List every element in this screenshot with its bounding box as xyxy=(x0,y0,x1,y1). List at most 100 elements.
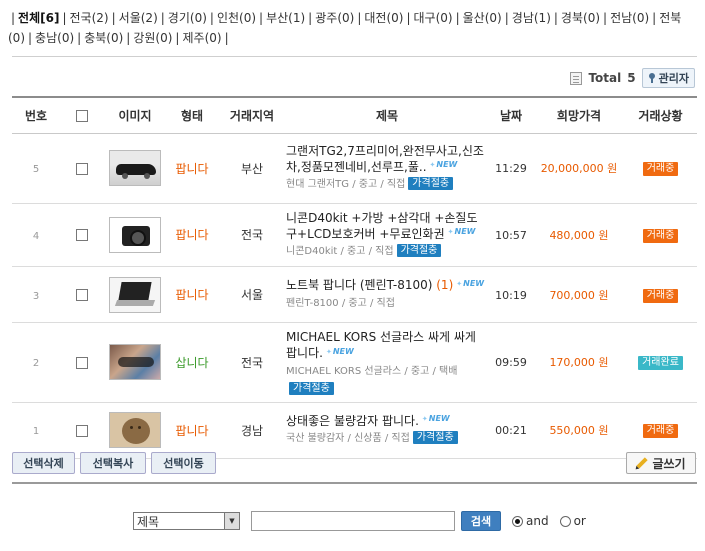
copy-selected-button[interactable]: 선택복사 xyxy=(80,452,146,474)
row-type: 팝니다 xyxy=(175,423,209,438)
table-row[interactable]: 2 삽니다 전국 MICHAEL KORS 선글라스 싸게 싸게 팝니다.NEW MIC… xyxy=(12,323,697,402)
region-filter-item[interactable]: 충남(0) xyxy=(35,31,74,45)
region-filter-item[interactable]: 서울(2) xyxy=(119,11,158,25)
radio-and[interactable]: and xyxy=(512,514,549,528)
radio-and-dot[interactable] xyxy=(512,515,523,527)
region-filter-item[interactable]: 경남(1) xyxy=(512,11,551,25)
region-filter-item[interactable]: 전국(2) xyxy=(70,11,109,25)
total-value: 5 xyxy=(627,71,636,85)
region-filter-item[interactable]: 전남(0) xyxy=(610,11,649,25)
divider xyxy=(12,56,697,57)
separator: | xyxy=(28,31,33,45)
search-input[interactable] xyxy=(251,511,455,531)
radio-or-label: or xyxy=(573,514,586,528)
status-badge: 거래중 xyxy=(642,162,679,176)
admin-label: 관리자 xyxy=(658,72,689,85)
region-filter-item[interactable]: 전체[6] xyxy=(18,11,59,25)
radio-or[interactable]: or xyxy=(559,514,586,528)
row-checkbox[interactable] xyxy=(76,162,88,175)
region-count: (0) xyxy=(435,11,453,25)
notebook-thumbnail[interactable] xyxy=(109,276,161,313)
region-label: 전남 xyxy=(610,11,633,25)
region-filter-item[interactable]: 강원(0) xyxy=(133,31,172,45)
admin-button[interactable]: 관리자 xyxy=(641,68,695,88)
region-filter-item[interactable]: 울산(0) xyxy=(463,11,502,25)
write-label: 글쓰기 xyxy=(652,456,686,471)
region-filter-item[interactable]: 대전(0) xyxy=(364,11,403,25)
region-count: (0) xyxy=(57,31,75,45)
separator: | xyxy=(111,11,116,25)
region-label: 전체 xyxy=(18,11,41,25)
row-subinfo: 국산 불량감자 / 신상품 / 직접 xyxy=(286,433,410,445)
region-filter-item[interactable]: 제주(0) xyxy=(182,31,221,45)
divider xyxy=(12,482,697,484)
table-row[interactable]: 3 팝니다 서울 노트북 팝니다 (펜린T-8100) (1)NEW 펜린T-8100 … xyxy=(12,267,697,323)
glasses-thumbnail[interactable] xyxy=(109,344,161,381)
row-region: 경남 xyxy=(240,423,264,438)
search-field-select[interactable]: 제목 ▼ xyxy=(133,512,240,530)
row-title-link[interactable]: MICHAEL KORS 선글라스 싸게 싸게 팝니다. xyxy=(286,330,476,360)
region-filter-item[interactable]: 경기(0) xyxy=(168,11,207,25)
col-type: 형태 xyxy=(180,108,204,123)
radio-and-label: and xyxy=(526,514,549,528)
car-thumbnail[interactable] xyxy=(109,150,161,186)
pot-thumbnail[interactable] xyxy=(109,412,161,448)
chevron-down-icon[interactable]: ▼ xyxy=(224,513,239,529)
delete-selected-button[interactable]: 선택삭제 xyxy=(12,452,75,474)
row-number: 1 xyxy=(32,426,40,437)
row-number: 4 xyxy=(32,230,40,242)
region-count: (0) xyxy=(204,31,222,45)
region-count: (0) xyxy=(386,11,404,25)
region-filter-item[interactable]: 광주(0) xyxy=(315,11,354,25)
row-checkbox[interactable] xyxy=(76,289,88,301)
camera-thumbnail[interactable] xyxy=(109,216,161,253)
table-row[interactable]: 1 팝니다 경남 상태좋은 불량감자 팝니다.NEW 국산 불량감자 / 신상품 / 직… xyxy=(12,402,697,458)
row-title-link[interactable]: 노트북 팝니다 (펜린T-8100) xyxy=(286,278,432,292)
region-label: 경기 xyxy=(167,11,190,25)
row-region: 전국 xyxy=(240,228,264,243)
table-row[interactable]: 5 팝니다 부산 그랜저TG2,7프리미어,완전무사고,신조차,정품모젠네비,선루프,… xyxy=(12,133,697,203)
col-price: 희망가격 xyxy=(556,108,602,123)
write-button[interactable]: 글쓰기 xyxy=(626,452,696,474)
region-filter-item[interactable]: 인천(0) xyxy=(217,11,256,25)
col-status: 거래상황 xyxy=(638,108,683,123)
row-checkbox[interactable] xyxy=(76,356,88,369)
row-price: 20,000,000 원 xyxy=(540,162,618,175)
region-count: (0) xyxy=(484,11,502,25)
row-number: 2 xyxy=(32,358,40,370)
col-region: 거래지역 xyxy=(229,108,275,123)
separator: | xyxy=(126,31,131,45)
separator: | xyxy=(308,11,313,25)
region-filter-item[interactable]: 충북(0) xyxy=(84,31,123,45)
region-filter-item[interactable]: 경북(0) xyxy=(561,11,600,25)
region-count: (0) xyxy=(583,11,601,25)
row-type: 팝니다 xyxy=(175,228,209,243)
search-button[interactable]: 검색 xyxy=(461,511,501,531)
move-selected-button[interactable]: 선택이동 xyxy=(151,452,216,474)
row-title-link[interactable]: 상태좋은 불량감자 팝니다. xyxy=(286,414,419,428)
negotiable-badge: 가격절충 xyxy=(408,177,454,191)
row-type: 팝니다 xyxy=(175,288,209,302)
status-badge: 거래중 xyxy=(642,228,679,243)
radio-or-dot[interactable] xyxy=(559,515,571,527)
row-subinfo: MICHAEL KORS 선글라스 / 중고 / 택배 xyxy=(286,365,458,377)
row-type: 팝니다 xyxy=(175,161,209,176)
col-number: 번호 xyxy=(24,108,48,123)
new-icon: NEW xyxy=(430,157,457,173)
col-image: 이미지 xyxy=(118,108,152,123)
region-count: (0) xyxy=(239,11,257,25)
table-row[interactable]: 4 팝니다 전국 니콘D40kit +가방 +삼각대 +손질도구+LCD보호커버 +무… xyxy=(12,203,697,267)
region-label: 전국 xyxy=(69,11,92,25)
status-badge: 거래중 xyxy=(642,424,679,438)
region-label: 광주 xyxy=(315,11,338,25)
row-number: 3 xyxy=(32,290,40,302)
row-checkbox[interactable] xyxy=(76,229,88,242)
select-all-checkbox[interactable] xyxy=(76,109,88,122)
region-filter-bar: | 전체[6] | 전국(2) | 서울(2) | 경기(0) | 인천(0) | 부산(1) | 광주(… xyxy=(8,8,698,48)
row-checkbox[interactable] xyxy=(76,424,88,437)
region-filter-item[interactable]: 대구(0) xyxy=(414,11,453,25)
status-badge: 거래완료 xyxy=(638,356,683,371)
region-label: 울산 xyxy=(462,11,485,25)
col-select-all[interactable] xyxy=(60,97,104,133)
region-filter-item[interactable]: 부산(1) xyxy=(266,11,305,25)
